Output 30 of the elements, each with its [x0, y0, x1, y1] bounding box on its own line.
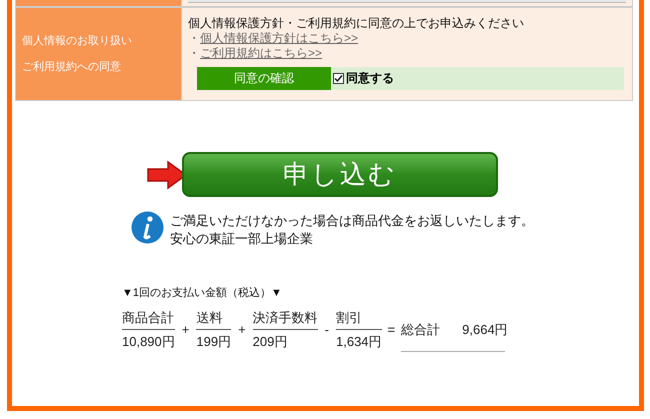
section-heading: ▼1回のお支払い金額（税込）▼ — [122, 286, 283, 301]
instruction-text: 個人情報保護方針・ご利用規約に同意の上でお申込みください — [188, 16, 525, 31]
fee-value: 1,634円 — [336, 333, 382, 352]
total-value: 9,664円 — [462, 320, 508, 338]
operator-text: = — [388, 321, 396, 339]
confirm-label: 同意の確認 — [197, 67, 331, 90]
fee-value: 209円 — [252, 333, 288, 352]
agree-checkbox[interactable]: 同意する — [333, 71, 394, 86]
check-icon — [334, 74, 343, 83]
notice-text: ご満足いただけなかった場合は商品代金をお返しいたします。 — [170, 212, 534, 230]
info-icon — [131, 210, 164, 245]
operator-text: + — [237, 321, 247, 339]
bullet-text: ・ — [188, 46, 200, 61]
submit-button[interactable]: 申し込む — [182, 152, 498, 197]
notice-text: 安心の東証一部上場企業 — [170, 230, 314, 248]
input-field[interactable] — [188, 0, 626, 3]
operator-text: - — [324, 321, 330, 339]
fee-label: 割引 — [336, 308, 382, 330]
row-label: ご利用規約への同意 — [22, 60, 122, 75]
fee-label: 商品合計 — [122, 308, 175, 330]
row-label: 個人情報のお取り扱い — [22, 34, 133, 48]
total-label: 総合計 — [401, 320, 440, 338]
policy-link[interactable]: 個人情報保護方針はこちら>> — [200, 31, 358, 46]
fee-label: 送料 — [196, 308, 232, 330]
bullet-text: ・ — [188, 31, 200, 46]
fee-label: 決済手数料 — [252, 308, 318, 330]
policy-link[interactable]: ご利用規約はこちら>> — [200, 46, 322, 61]
fee-value: 10,890円 — [122, 333, 175, 352]
operator-text: + — [180, 321, 190, 339]
fee-value: 199円 — [196, 333, 232, 352]
